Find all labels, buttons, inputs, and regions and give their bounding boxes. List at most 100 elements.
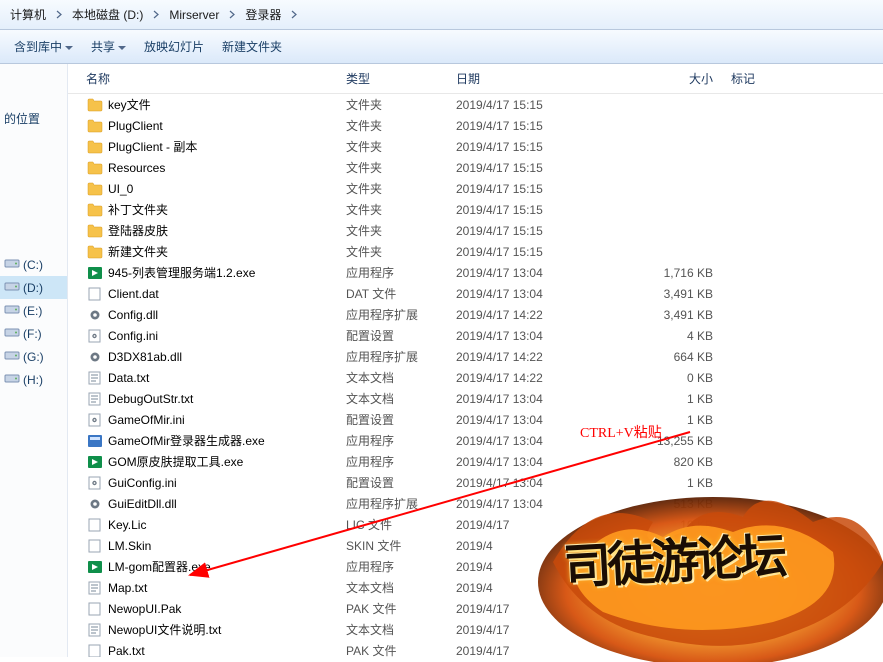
file-row[interactable]: PlugClient - 副本文件夹2019/4/17 15:15 [68, 136, 883, 157]
file-type: 配置设置 [346, 474, 456, 491]
col-tag[interactable]: 标记 [731, 70, 791, 87]
txt-icon [86, 391, 104, 407]
file-size: 3,491 KB [646, 308, 731, 322]
col-date[interactable]: 日期 [456, 70, 646, 87]
col-size[interactable]: 大小 [646, 70, 731, 87]
file-name: LM-gom配置器.exe [108, 558, 346, 575]
folder-icon [86, 181, 104, 197]
file-name: Data.txt [108, 371, 346, 385]
file-size: 0 KB [646, 371, 731, 385]
breadcrumb[interactable]: 登录器 [239, 4, 287, 26]
file-row[interactable]: NewopUI文件说明.txt文本文档2019/4/17 [68, 619, 883, 640]
file-type: 文本文档 [346, 390, 456, 407]
file-date: 2019/4/17 [456, 602, 646, 616]
file-row[interactable]: key文件文件夹2019/4/17 15:15 [68, 94, 883, 115]
file-row[interactable]: GameOfMir登录器生成器.exe应用程序2019/4/17 13:0413… [68, 430, 883, 451]
file-date: 2019/4/17 [456, 518, 646, 532]
file-row[interactable]: Data.txt文本文档2019/4/17 14:220 KB [68, 367, 883, 388]
file-date: 2019/4/17 14:22 [456, 350, 646, 364]
breadcrumb-sep-icon[interactable] [225, 4, 239, 26]
col-type[interactable]: 类型 [346, 70, 456, 87]
sidebar-drive[interactable]: (F:) [0, 322, 67, 345]
file-type: LIC 文件 [346, 516, 456, 533]
file-size: 3,491 KB [646, 287, 731, 301]
slideshow-button[interactable]: 放映幻灯片 [136, 34, 212, 59]
file-row[interactable]: Map.txt文本文档2019/4 [68, 577, 883, 598]
file-date: 2019/4/17 15:15 [456, 140, 646, 154]
file-row[interactable]: GuiEditDll.dll应用程序扩展2019/4/17 13:04513 K… [68, 493, 883, 514]
file-name: key文件 [108, 96, 346, 113]
breadcrumb-sep-icon[interactable] [287, 4, 301, 26]
file-date: 2019/4/17 14:22 [456, 308, 646, 322]
file-row[interactable]: GOM原皮肤提取工具.exe应用程序2019/4/17 13:04820 KB [68, 451, 883, 472]
file-type: 文本文档 [346, 621, 456, 638]
drive-icon [4, 371, 20, 388]
file-date: 2019/4/17 13:04 [456, 329, 646, 343]
file-type: 应用程序 [346, 453, 456, 470]
drive-icon [4, 325, 20, 342]
file-date: 2019/4/17 15:15 [456, 98, 646, 112]
file-name: PlugClient [108, 119, 346, 133]
file-type: 应用程序 [346, 558, 456, 575]
file-row[interactable]: LM.SkinSKIN 文件2019/4 [68, 535, 883, 556]
file-type: 文件夹 [346, 117, 456, 134]
file-row[interactable]: Client.datDAT 文件2019/4/17 13:043,491 KB [68, 283, 883, 304]
file-size: 513 KB [646, 497, 731, 511]
file-name: Key.Lic [108, 518, 346, 532]
drive-label: (E:) [23, 304, 42, 318]
file-type: PAK 文件 [346, 600, 456, 617]
breadcrumb[interactable]: 计算机 [4, 4, 52, 26]
include-library-button[interactable]: 含到库中 [6, 34, 81, 59]
sidebar-drive[interactable]: (H:) [0, 368, 67, 391]
file-name: GameOfMir.ini [108, 413, 346, 427]
breadcrumb-sep-icon[interactable] [149, 4, 163, 26]
breadcrumb-sep-icon[interactable] [52, 4, 66, 26]
drive-label: (C:) [23, 258, 43, 272]
file-row[interactable]: Resources文件夹2019/4/17 15:15 [68, 157, 883, 178]
file-date: 2019/4/17 15:15 [456, 161, 646, 175]
file-row[interactable]: UI_0文件夹2019/4/17 15:15 [68, 178, 883, 199]
file-row[interactable]: NewopUI.PakPAK 文件2019/4/17 [68, 598, 883, 619]
chevron-down-icon [118, 40, 126, 54]
file-date: 2019/4/17 13:04 [456, 392, 646, 406]
file-row[interactable]: GameOfMir.ini配置设置2019/4/17 13:041 KB [68, 409, 883, 430]
col-name[interactable]: 名称 [86, 70, 346, 87]
file-name: NewopUI文件说明.txt [108, 621, 346, 638]
file-name: 945-列表管理服务端1.2.exe [108, 264, 346, 281]
sidebar-position-label: 的位置 [0, 104, 67, 133]
breadcrumb-label: 本地磁盘 (D:) [72, 6, 143, 23]
gear-icon [86, 349, 104, 365]
file-type: 应用程序扩展 [346, 495, 456, 512]
file-row[interactable]: PlugClient文件夹2019/4/17 15:15 [68, 115, 883, 136]
file-row[interactable]: Config.ini配置设置2019/4/17 13:044 KB [68, 325, 883, 346]
file-date: 2019/4/17 13:04 [456, 455, 646, 469]
file-row[interactable]: 补丁文件夹文件夹2019/4/17 15:15 [68, 199, 883, 220]
file-row[interactable]: 新建文件夹文件夹2019/4/17 15:15 [68, 241, 883, 262]
file-row[interactable]: LM-gom配置器.exe应用程序2019/4 [68, 556, 883, 577]
sidebar-drive[interactable]: (E:) [0, 299, 67, 322]
new-folder-button[interactable]: 新建文件夹 [214, 34, 290, 59]
sidebar-drive[interactable]: (D:) [0, 276, 67, 299]
chevron-down-icon [65, 40, 73, 54]
file-name: D3DX81ab.dll [108, 350, 346, 364]
sidebar-drive[interactable]: (G:) [0, 345, 67, 368]
file-date: 2019/4/17 [456, 644, 646, 658]
file-row[interactable]: Key.LicLIC 文件2019/4/1710 KB [68, 514, 883, 535]
annotation-text: CTRL+V粘贴 [580, 422, 662, 442]
file-row[interactable]: 登陆器皮肤文件夹2019/4/17 15:15 [68, 220, 883, 241]
file-row[interactable]: Config.dll应用程序扩展2019/4/17 14:223,491 KB [68, 304, 883, 325]
sidebar-drive[interactable]: (C:) [0, 253, 67, 276]
file-size: 1,716 KB [646, 266, 731, 280]
folder-icon [86, 223, 104, 239]
file-size: 664 KB [646, 350, 731, 364]
breadcrumb[interactable]: Mirserver [163, 4, 225, 26]
file-row[interactable]: DebugOutStr.txt文本文档2019/4/17 13:041 KB [68, 388, 883, 409]
breadcrumb[interactable]: 本地磁盘 (D:) [66, 4, 149, 26]
file-row[interactable]: Pak.txtPAK 文件2019/4/17 [68, 640, 883, 657]
file-row[interactable]: GuiConfig.ini配置设置2019/4/17 13:041 KB [68, 472, 883, 493]
file-name: NewopUI.Pak [108, 602, 346, 616]
file-row[interactable]: 945-列表管理服务端1.2.exe应用程序2019/4/17 13:041,7… [68, 262, 883, 283]
file-row[interactable]: D3DX81ab.dll应用程序扩展2019/4/17 14:22664 KB [68, 346, 883, 367]
file-date: 2019/4 [456, 581, 646, 595]
share-button[interactable]: 共享 [83, 34, 134, 59]
